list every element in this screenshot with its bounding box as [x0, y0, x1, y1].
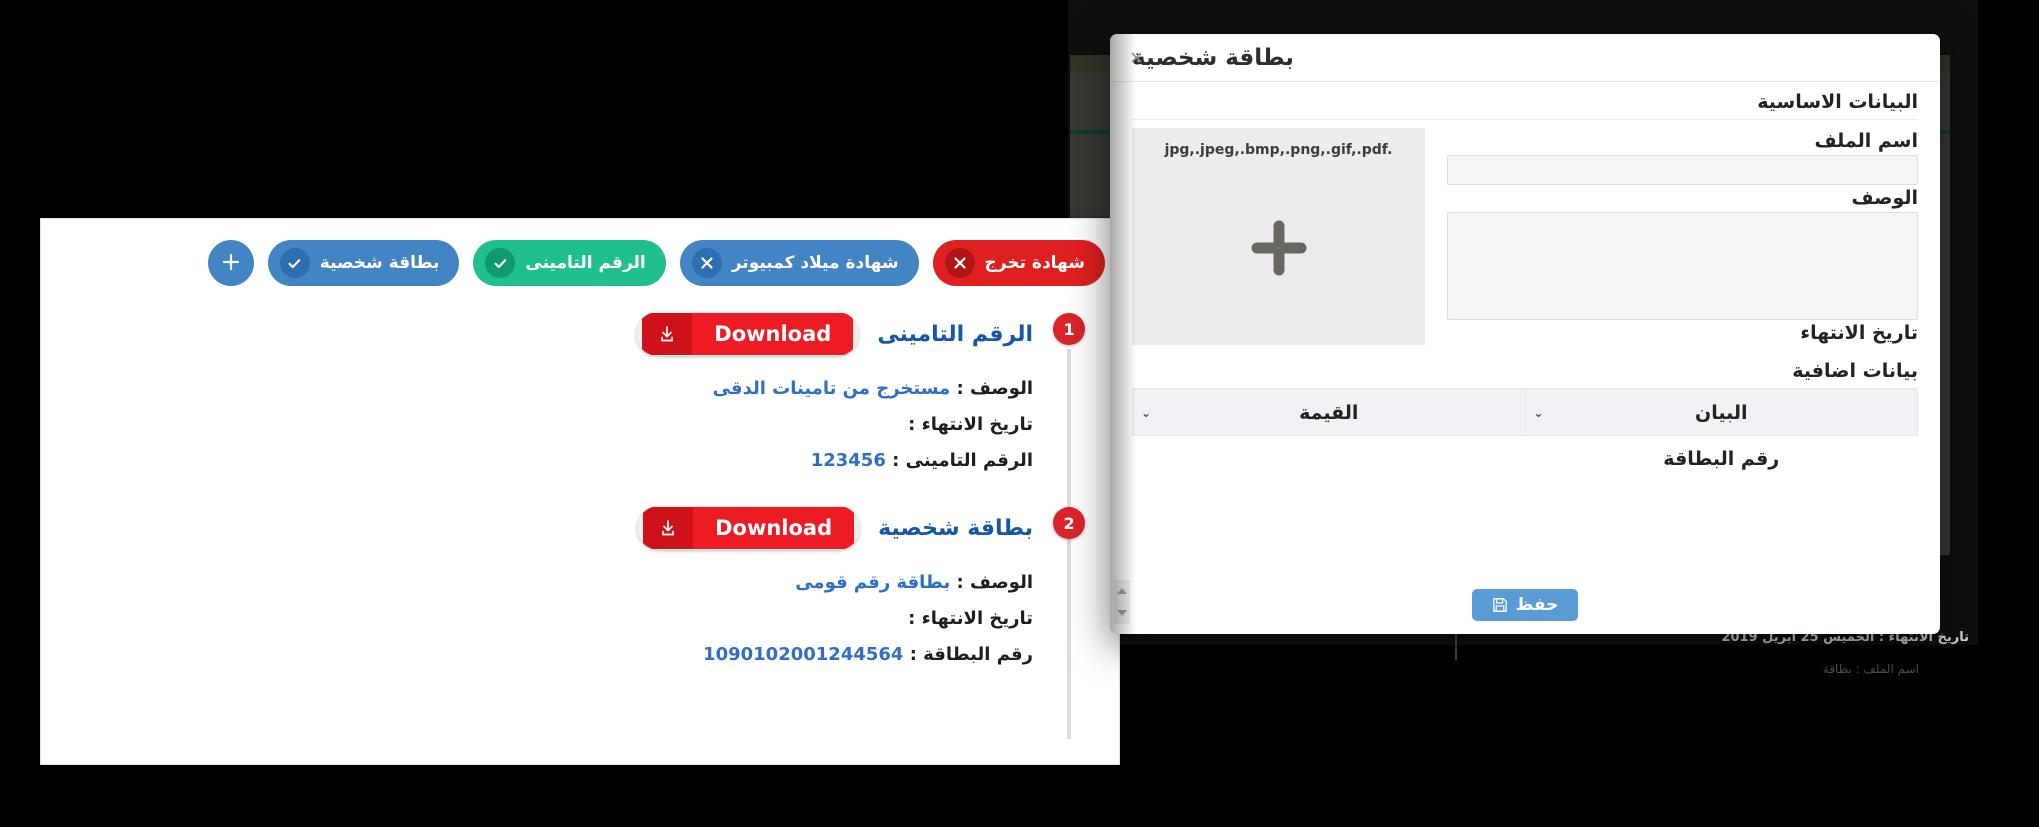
- field-card-number: رقم البطاقة : 1090102001244564: [59, 637, 1033, 673]
- field-expiry-date: تاريخ الانتهاء :: [59, 601, 1033, 637]
- modal-title: بطاقة شخصية: [1132, 44, 1294, 71]
- timeline-badge: 2: [1053, 507, 1085, 539]
- download-button[interactable]: Download: [636, 312, 860, 356]
- chip-graduation-certificate[interactable]: شهادة تخرج: [932, 240, 1105, 286]
- field-description: الوصف : مستخرج من تامينات الدقى: [59, 371, 1033, 407]
- timeline-item-header: بطاقة شخصية Download: [59, 501, 1099, 555]
- modal-footer: حفظ: [1110, 589, 1940, 621]
- download-icon: [642, 313, 693, 355]
- chip-insurance-number[interactable]: الرقم التامينى: [473, 240, 666, 286]
- field-value: بطاقة رقم قومى: [795, 572, 951, 593]
- screen: تاريخ الانتهاء : الخميس 25 ابريل 2019 اس…: [0, 0, 2039, 827]
- table-head: البيان ⌄ القيمة ⌄: [1132, 389, 1918, 436]
- chip-personal-id-card[interactable]: بطاقة شخصية: [267, 240, 460, 286]
- allowed-file-types-text: jpg,.jpeg,.bmp,.png,.gif,.pdf.: [1164, 142, 1393, 158]
- timeline-item-title: الرقم التامينى: [877, 321, 1033, 347]
- timeline-item-title: بطاقة شخصية: [878, 515, 1033, 541]
- field-label: تاريخ الانتهاء :: [908, 608, 1033, 629]
- field-label: رقم البطاقة :: [909, 644, 1033, 665]
- column-header-value[interactable]: القيمة ⌄: [1132, 389, 1526, 436]
- extra-data-section-title: بيانات اضافية: [1132, 351, 1918, 389]
- field-label: الرقم التامينى :: [892, 450, 1033, 471]
- cell-statement: رقم البطاقة: [1525, 435, 1918, 483]
- timeline-item-header: الرقم التامينى Download: [59, 307, 1099, 361]
- plus-icon: [220, 251, 242, 276]
- download-button[interactable]: Download: [637, 506, 861, 550]
- download-button-label: Download: [692, 313, 854, 355]
- close-icon[interactable]: [691, 248, 722, 278]
- download-button-label: Download: [693, 507, 855, 549]
- chevron-down-icon[interactable]: ⌄: [1141, 406, 1151, 420]
- field-value: 123456: [810, 450, 886, 471]
- timeline-item-fields: الوصف : مستخرج من تامينات الدقى تاريخ ال…: [59, 361, 1099, 479]
- modal-body: البيانات الاساسية اسم الملف الوصف تاريخ …: [1110, 82, 1940, 634]
- floppy-disk-icon: [1492, 597, 1508, 613]
- column-header-label: القيمة: [1299, 401, 1359, 424]
- plus-icon: [1243, 212, 1315, 288]
- field-description: الوصف : بطاقة رقم قومى: [59, 565, 1033, 601]
- description-label: الوصف: [1851, 187, 1918, 209]
- extra-data-section: بيانات اضافية البيان ⌄ القيمة ⌄ رقم البط…: [1132, 347, 1918, 483]
- close-icon[interactable]: ×: [1124, 45, 1149, 71]
- table-header-row: البيان ⌄ القيمة ⌄: [1132, 389, 1918, 436]
- chip-label: شهادة ميلاد كمبيوتر: [731, 253, 899, 273]
- cell-value: [1132, 435, 1525, 483]
- basic-data-section-title: البيانات الاساسية: [1132, 82, 1918, 120]
- file-name-input[interactable]: [1447, 155, 1918, 185]
- save-button[interactable]: حفظ: [1471, 589, 1579, 621]
- file-name-label: اسم الملف: [1814, 130, 1918, 152]
- close-icon[interactable]: [944, 248, 975, 278]
- check-icon[interactable]: [279, 248, 310, 278]
- expiry-date-label: تاريخ الانتهاء: [1800, 322, 1918, 344]
- check-icon[interactable]: [485, 248, 516, 278]
- personal-id-card-modal: بطاقة شخصية × البيانات الاساسية اسم المل…: [1110, 34, 1940, 634]
- field-value: مستخرج من تامينات الدقى: [712, 378, 951, 399]
- background-secondary-text: اسم الملف : بطاقة: [1822, 662, 1919, 676]
- table-row[interactable]: رقم البطاقة: [1132, 435, 1918, 483]
- documents-timeline: 1 الرقم التامينى Download الوصف: مستخرج…: [59, 307, 1099, 764]
- chip-label: شهادة تخرج: [984, 253, 1085, 273]
- field-label: الوصف :: [956, 572, 1033, 593]
- download-icon: [643, 507, 694, 549]
- table-body: رقم البطاقة: [1132, 435, 1918, 483]
- column-header-label: البيان: [1694, 401, 1748, 424]
- column-header-statement[interactable]: البيان ⌄: [1524, 389, 1918, 436]
- timeline-item-fields: الوصف : بطاقة رقم قومى تاريخ الانتهاء : …: [59, 555, 1099, 673]
- timeline-item: 1 الرقم التامينى Download الوصف: مستخرج…: [59, 307, 1099, 479]
- field-value: 1090102001244564: [703, 644, 904, 665]
- timeline-badge: 1: [1053, 313, 1085, 345]
- extra-data-table: البيان ⌄ القيمة ⌄ رقم البطاقة: [1132, 389, 1918, 483]
- description-textarea[interactable]: [1447, 212, 1918, 320]
- add-document-button[interactable]: [207, 240, 254, 286]
- document-type-chips: شهادة تخرج شهادة ميلاد كمبيوتر الرقم الت…: [55, 235, 1105, 291]
- file-upload-dropzone[interactable]: jpg,.jpeg,.bmp,.png,.gif,.pdf.: [1132, 128, 1425, 345]
- file-upload-column: jpg,.jpeg,.bmp,.png,.gif,.pdf.: [1132, 128, 1425, 347]
- timeline-item: 2 بطاقة شخصية Download الوصف: بطاقة رقم…: [59, 501, 1099, 673]
- field-label: الوصف :: [956, 378, 1033, 399]
- chevron-down-icon[interactable]: ⌄: [1534, 406, 1544, 420]
- basic-fields-column: اسم الملف الوصف تاريخ الانتهاء: [1447, 128, 1918, 347]
- chip-label: الرقم التامينى: [525, 253, 646, 273]
- save-button-label: حفظ: [1515, 595, 1559, 615]
- chip-computer-birth-certificate[interactable]: شهادة ميلاد كمبيوتر: [679, 240, 919, 286]
- modal-header: بطاقة شخصية ×: [1110, 34, 1940, 82]
- documents-panel: شهادة تخرج شهادة ميلاد كمبيوتر الرقم الت…: [40, 218, 1120, 765]
- basic-data-section: اسم الملف الوصف تاريخ الانتهاء jpg,.jpeg…: [1132, 120, 1918, 347]
- field-expiry-date: تاريخ الانتهاء :: [59, 407, 1033, 443]
- chip-label: بطاقة شخصية: [319, 253, 440, 273]
- field-label: تاريخ الانتهاء :: [908, 414, 1033, 435]
- field-insurance-number: الرقم التامينى : 123456: [59, 443, 1033, 479]
